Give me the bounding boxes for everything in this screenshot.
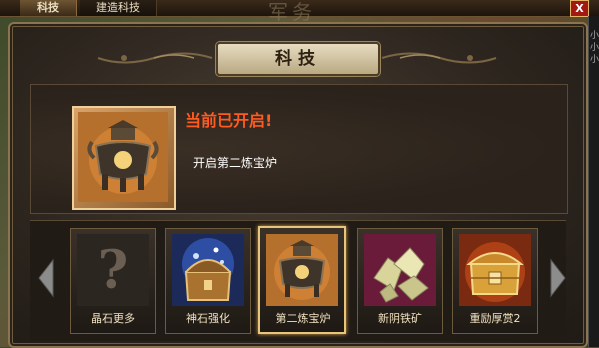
arrow-left-icon[interactable] (37, 258, 55, 298)
current-status-headline: 当前已开启! (185, 111, 273, 130)
cauldron-icon (78, 112, 168, 202)
ore-crystals-icon (364, 234, 436, 306)
slot-label: 第二炼宝炉 (275, 312, 331, 325)
slot-label: 重励厚赏2 (469, 312, 521, 325)
svg-text:?: ? (98, 240, 128, 301)
slot-label: 新阴铁矿 (378, 312, 422, 325)
panel-title: 科技 (275, 49, 321, 69)
close-button[interactable]: X (570, 0, 589, 17)
title-ornament-right (381, 52, 497, 64)
right-edge-panel: 小 小 小 (588, 16, 599, 347)
right-edge-char: 小 (589, 55, 599, 65)
slot-label: 晶石更多 (91, 312, 135, 325)
treasure-chest-icon (172, 234, 244, 306)
current-tech-description: 开启第二炼宝炉 (193, 156, 278, 170)
question-mark-icon: ? (77, 234, 149, 306)
tab-tech[interactable]: 科技 (20, 0, 77, 16)
right-edge-char: 小 (589, 31, 599, 41)
cauldron-icon (266, 234, 338, 306)
right-edge-char: 小 (589, 43, 599, 53)
arrow-right-icon[interactable] (549, 258, 567, 298)
gold-box-icon (459, 234, 531, 306)
tab-build-tech[interactable]: 建造科技 (80, 0, 157, 16)
title-ornament-left (97, 52, 213, 64)
slot-label: 神石强化 (186, 312, 230, 325)
